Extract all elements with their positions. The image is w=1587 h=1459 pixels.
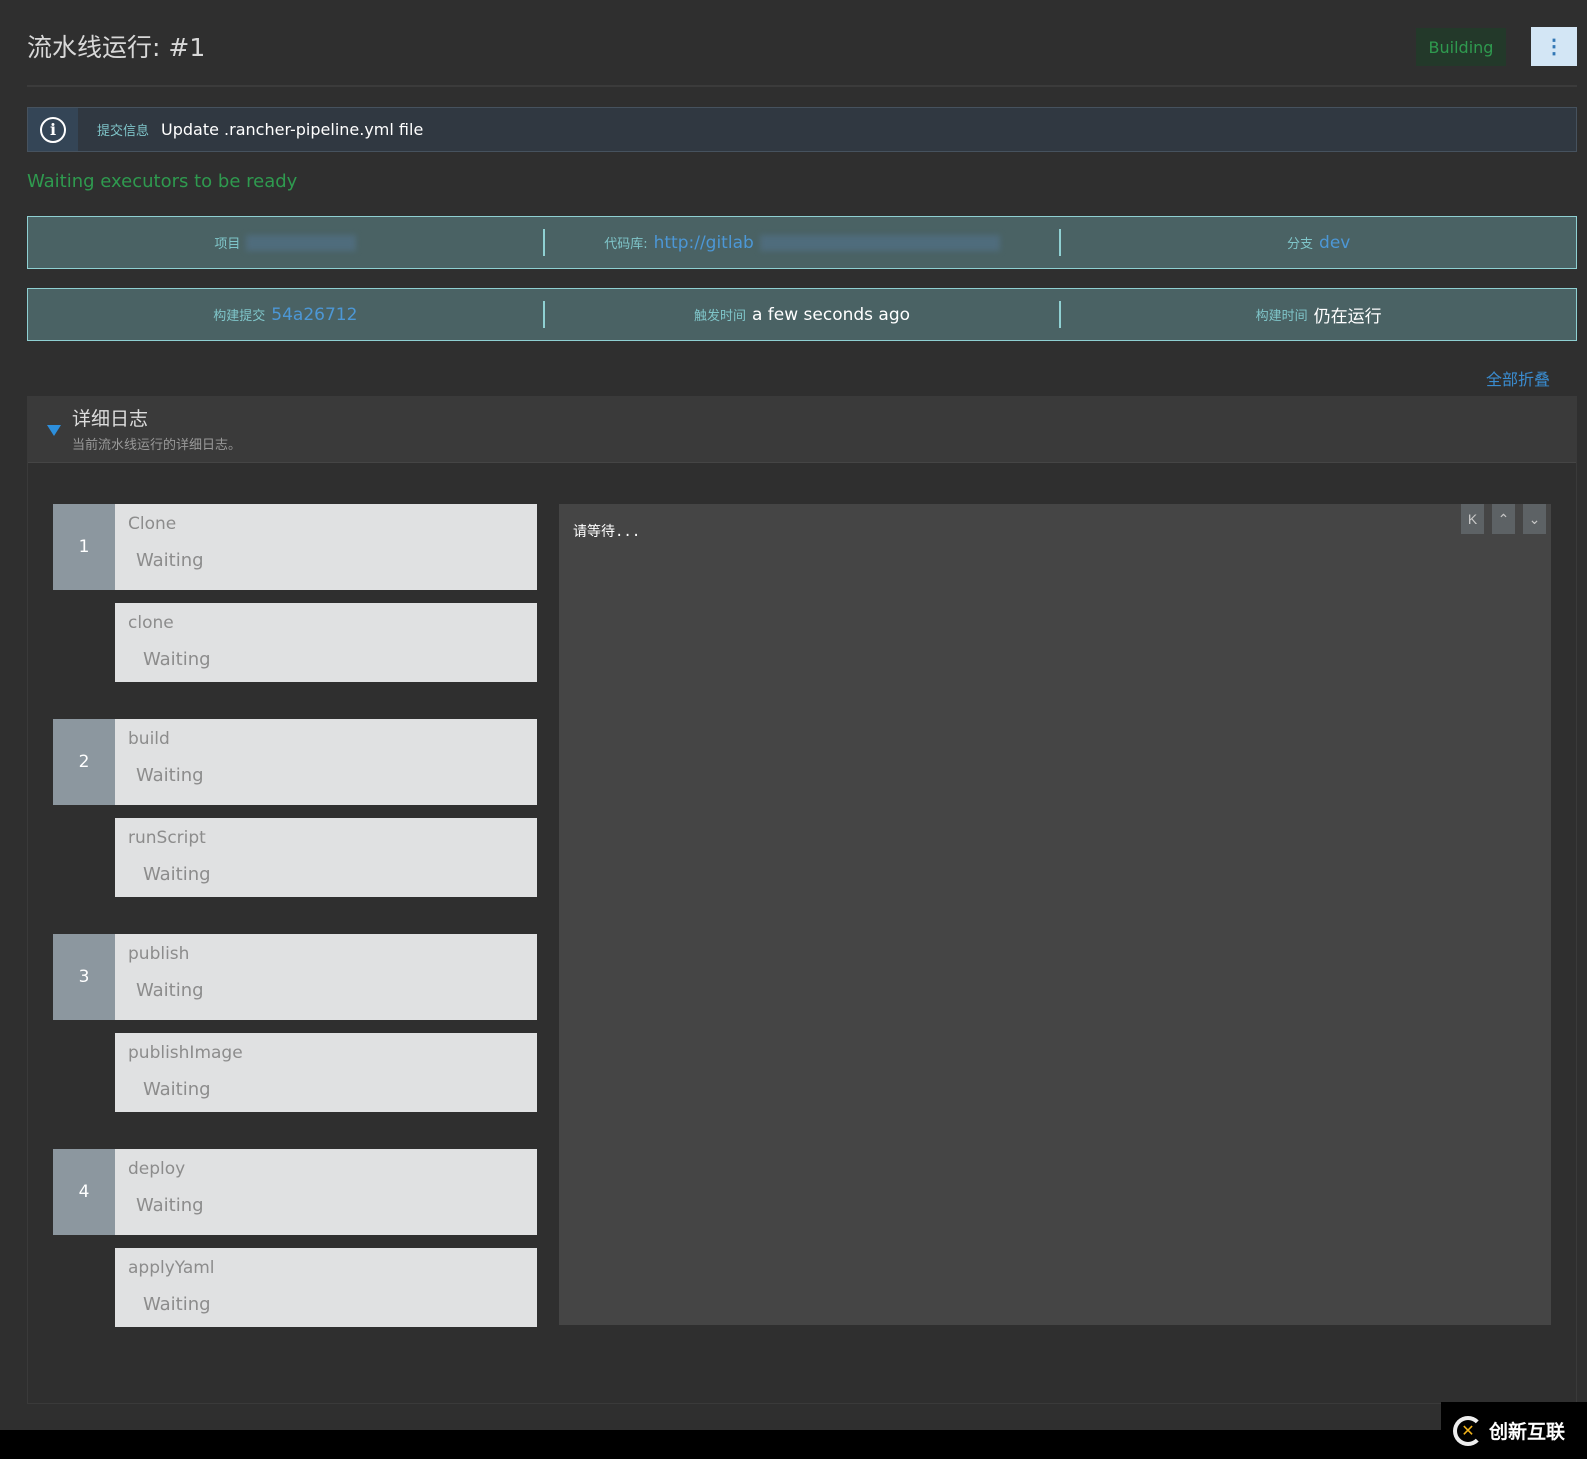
step-status: Waiting (143, 649, 211, 670)
page-title: 流水线运行: #1 (27, 33, 206, 62)
repo-label: 代码库: (604, 237, 648, 252)
commit-hash-label: 构建提交 (213, 309, 266, 324)
stage-card[interactable]: 3 publish Waiting (53, 934, 537, 1020)
stage-card[interactable]: 1 Clone Waiting (53, 504, 537, 590)
stage-card[interactable]: 4 deploy Waiting (53, 1149, 537, 1235)
info-row-1: 项目 代码库: http://gitlab 分支 dev (27, 216, 1577, 269)
trigger-value: a few seconds ago (751, 304, 911, 325)
project-label: 项目 (214, 237, 241, 252)
branch-value: dev (1319, 232, 1351, 253)
duration-value: 仍在运行 (1313, 307, 1382, 327)
repo-cell: 代码库: http://gitlab (545, 229, 1062, 256)
step-card[interactable]: clone Waiting (115, 603, 537, 682)
step-status: Waiting (143, 1079, 211, 1100)
step-name: clone (128, 613, 174, 633)
collapse-all-button[interactable]: 全部折叠 (1486, 366, 1550, 390)
caret-down-icon[interactable] (47, 425, 61, 436)
step-name: runScript (128, 828, 206, 848)
status-badge: Building (1416, 28, 1506, 66)
commit-info-banner: i 提交信息 Update .rancher-pipeline.yml file (27, 107, 1577, 152)
redacted (759, 234, 1000, 251)
project-cell: 项目 (28, 229, 545, 256)
stage-status: Waiting (136, 980, 204, 1001)
kebab-menu-icon: ⋮ (1544, 36, 1564, 58)
step-status: Waiting (143, 864, 211, 885)
log-text: 请等待... (573, 524, 641, 540)
more-actions-button[interactable]: ⋮ (1531, 27, 1577, 66)
stage-card[interactable]: 2 build Waiting (53, 719, 537, 805)
status-message: Waiting executors to be ready (27, 171, 298, 192)
stage-name: publish (128, 944, 190, 964)
step-name: applyYaml (128, 1258, 215, 1278)
repo-link[interactable]: http://gitlab (654, 233, 754, 253)
log-section-subtitle: 当前流水线运行的详细日志。 (72, 438, 242, 453)
scroll-down-button[interactable]: ⌄ (1523, 504, 1546, 534)
step-card[interactable]: applyYaml Waiting (115, 1248, 537, 1327)
step-name: publishImage (128, 1043, 243, 1063)
scroll-up-button[interactable]: ⌃ (1492, 504, 1515, 534)
stage-number: 4 (53, 1149, 115, 1235)
watermark-logo: ✕ 创新互联 (1441, 1402, 1587, 1459)
redacted (246, 234, 357, 251)
stage-name: build (128, 729, 170, 749)
trigger-label: 触发时间 (693, 309, 746, 324)
trigger-cell: 触发时间 a few seconds ago (545, 301, 1062, 328)
footer-bar (0, 1430, 1587, 1459)
log-section-header[interactable]: 详细日志 当前流水线运行的详细日志。 (28, 397, 1576, 463)
step-card[interactable]: publishImage Waiting (115, 1033, 537, 1112)
scroll-top-button[interactable]: K (1461, 504, 1484, 534)
info-row-2: 构建提交 54a26712 触发时间 a few seconds ago 构建时间仍… (27, 288, 1577, 341)
log-section-title: 详细日志 (72, 408, 149, 430)
watermark-text: 创新互联 (1489, 1421, 1566, 1443)
duration-label: 构建时间 (1255, 309, 1308, 324)
divider (27, 85, 1577, 87)
commit-cell: 构建提交 54a26712 (28, 301, 545, 328)
branch-label: 分支 (1287, 237, 1314, 252)
step-status: Waiting (143, 1294, 211, 1315)
stage-status: Waiting (136, 765, 204, 786)
stage-name: Clone (128, 514, 177, 534)
commit-message: Update .rancher-pipeline.yml file (161, 120, 424, 139)
logo-mark-icon: ✕ (1453, 1415, 1483, 1446)
commit-hash-link[interactable]: 54a26712 (271, 305, 357, 325)
log-viewer[interactable]: 请等待... K ⌃ ⌄ (559, 504, 1551, 1325)
step-card[interactable]: runScript Waiting (115, 818, 537, 897)
stage-status: Waiting (136, 1195, 204, 1216)
branch-cell: 分支 dev (1061, 229, 1576, 256)
info-icon: i (28, 108, 78, 151)
stage-number: 2 (53, 719, 115, 805)
stage-number: 1 (53, 504, 115, 590)
stage-name: deploy (128, 1159, 186, 1179)
commit-label: 提交信息 (97, 124, 150, 139)
stage-status: Waiting (136, 550, 204, 571)
stage-number: 3 (53, 934, 115, 1020)
duration-cell: 构建时间 仍在运行 (1061, 301, 1576, 328)
